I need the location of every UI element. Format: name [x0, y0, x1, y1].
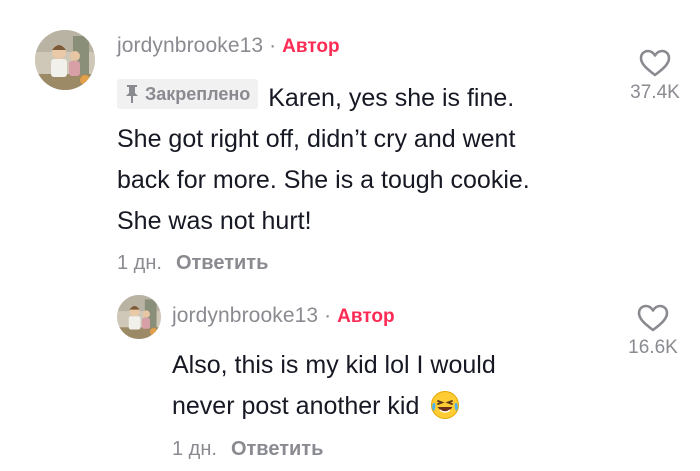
separator-dot: ·	[269, 34, 277, 57]
comment-line: back for more. She is a tough cookie.	[117, 166, 530, 194]
like-control[interactable]: 16.6K	[618, 303, 688, 359]
avatar-photo	[117, 295, 161, 339]
reply-button[interactable]: Ответить	[231, 438, 323, 461]
avatar[interactable]	[117, 295, 161, 339]
comment-line: Also, this is my kid lol I would	[172, 351, 496, 379]
comment-time: 1 дн.	[117, 252, 162, 274]
comment-first-line: Karen, yes she is fine.	[268, 84, 515, 112]
avatar-photo	[35, 30, 95, 90]
like-control[interactable]: 37.4K	[620, 48, 690, 104]
laughing-emoji-icon	[430, 390, 460, 433]
comment-meta: 1 дн. Ответить	[172, 438, 323, 461]
author-badge: Автор	[282, 36, 340, 57]
comment-time: 1 дн.	[172, 438, 217, 460]
heart-outline-icon[interactable]	[636, 303, 670, 333]
avatar[interactable]	[35, 30, 95, 90]
comment-line: never post another kid	[172, 386, 602, 433]
separator-dot: ·	[324, 304, 332, 327]
pin-icon	[126, 85, 138, 103]
comment-meta: 1 дн. Ответить	[117, 252, 268, 275]
like-count: 37.4K	[630, 82, 680, 103]
comment-header: jordynbrooke13 · Автор	[172, 304, 395, 328]
comment-text: Also, this is my kid lol I would never p…	[172, 345, 602, 433]
reply-button[interactable]: Ответить	[176, 252, 268, 275]
comment-line: She got right off, didn’t cry and went	[117, 125, 516, 153]
username[interactable]: jordynbrooke13	[172, 304, 318, 328]
like-count: 16.6K	[628, 337, 678, 358]
username[interactable]: jordynbrooke13	[117, 34, 263, 58]
comment-header: jordynbrooke13 · Автор	[117, 34, 340, 58]
pinned-label: Закреплено	[145, 83, 251, 104]
comment-line: She was not hurt!	[117, 207, 312, 235]
comment-text: Закреплено Karen, yes she is fine. She g…	[117, 78, 607, 242]
pinned-badge: Закреплено	[117, 79, 259, 109]
comment-last-line: never post another kid	[172, 392, 420, 420]
heart-outline-icon[interactable]	[638, 48, 672, 78]
author-badge: Автор	[337, 306, 395, 327]
comment-line: Закреплено Karen, yes she is fine.	[117, 78, 607, 119]
